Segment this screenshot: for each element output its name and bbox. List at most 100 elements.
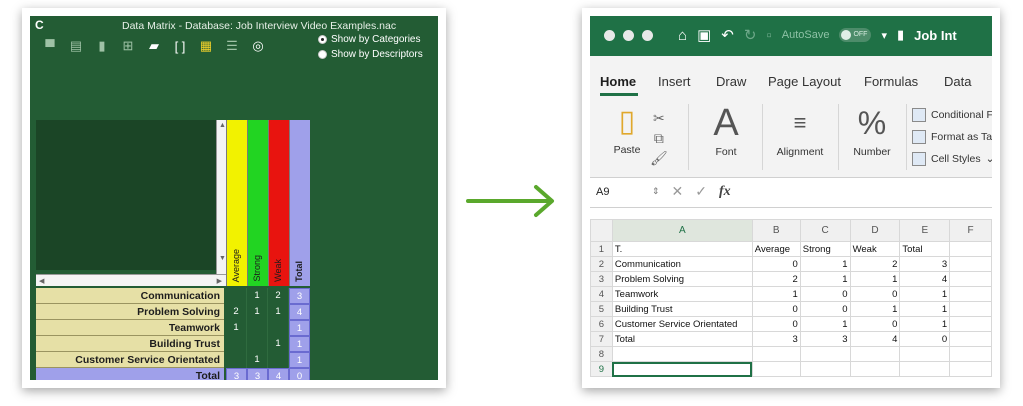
minimize-window-icon[interactable] xyxy=(623,30,634,41)
grid-icon[interactable]: ▦ xyxy=(198,38,214,54)
grid-cell[interactable] xyxy=(611,346,753,362)
paste-button[interactable]: ▯ Paste xyxy=(602,102,652,156)
grid-cell[interactable] xyxy=(949,361,992,377)
insert-function-icon[interactable]: fx xyxy=(719,184,731,200)
grid-cell[interactable]: Strong xyxy=(799,241,851,257)
close-window-icon[interactable] xyxy=(604,30,615,41)
matrix-cell[interactable]: 2 xyxy=(226,304,247,320)
matrix-cell[interactable]: 1 xyxy=(226,320,247,336)
grid-cell[interactable]: Total xyxy=(611,331,753,347)
grid-cell[interactable]: Weak xyxy=(849,241,901,257)
grid-cell[interactable]: 4 xyxy=(899,271,951,287)
row-header[interactable]: 4 xyxy=(590,286,613,302)
column-header[interactable]: E xyxy=(899,219,951,242)
row-header[interactable]: 9 xyxy=(590,361,613,377)
tab-draw[interactable]: Draw xyxy=(716,74,746,89)
grid-cell[interactable] xyxy=(949,241,992,257)
trash-icon[interactable]: ▮ xyxy=(94,38,110,54)
grid-cell[interactable] xyxy=(949,331,992,347)
row-label-communication[interactable]: Communication xyxy=(36,288,224,304)
grid-cell[interactable] xyxy=(949,286,992,302)
grid-cell[interactable]: 0 xyxy=(799,286,851,302)
grid-cell[interactable]: Building Trust xyxy=(611,301,753,317)
select-all-corner[interactable] xyxy=(590,219,613,242)
grid-cell[interactable]: 1 xyxy=(849,301,901,317)
grid-cell[interactable]: 2 xyxy=(849,256,901,272)
font-button[interactable]: A Font xyxy=(696,102,756,158)
matrix-cell[interactable]: 2 xyxy=(268,288,289,304)
format-as-table-button[interactable]: Format as Tab xyxy=(912,126,992,148)
row-label-teamwork[interactable]: Teamwork xyxy=(36,320,224,336)
grid-cell[interactable]: Average xyxy=(751,241,801,257)
venn-icon[interactable]: ◎ xyxy=(250,38,266,54)
grid-cell[interactable] xyxy=(899,361,951,377)
copy-icon[interactable]: ⧉ xyxy=(650,128,668,148)
save-icon[interactable]: ▣ xyxy=(697,26,711,44)
tab-home[interactable]: Home xyxy=(600,74,636,89)
grid-cell[interactable]: 1 xyxy=(899,286,951,302)
cell-styles-button[interactable]: Cell Styles ⌄ xyxy=(912,148,992,170)
column-header[interactable]: D xyxy=(849,219,901,242)
grid-cell[interactable]: Total xyxy=(899,241,951,257)
grid-cell[interactable]: 0 xyxy=(751,301,801,317)
tab-page-layout[interactable]: Page Layout xyxy=(768,74,841,89)
grid-cell[interactable]: 0 xyxy=(849,316,901,332)
radio-show-by-descriptors[interactable]: Show by Descriptors xyxy=(318,47,423,62)
undo-icon[interactable]: ↶ xyxy=(721,26,734,44)
alignment-button[interactable]: ≡ Alignment xyxy=(766,102,834,158)
grid-cell[interactable]: 0 xyxy=(899,331,951,347)
matrix-cell[interactable]: 1 xyxy=(247,288,268,304)
grid-cell[interactable]: 1 xyxy=(799,271,851,287)
row-header[interactable]: 1 xyxy=(590,241,613,257)
tab-insert[interactable]: Insert xyxy=(658,74,691,89)
matrix-cell[interactable] xyxy=(226,352,247,368)
column-header[interactable]: B xyxy=(751,219,801,242)
column-header[interactable]: F xyxy=(949,219,992,242)
radio-show-by-categories[interactable]: Show by Categories xyxy=(318,32,423,47)
grid-cell[interactable]: 1 xyxy=(899,301,951,317)
grid-cell[interactable] xyxy=(949,346,992,362)
number-button[interactable]: % Number xyxy=(842,102,902,158)
customize-dropdown-icon[interactable]: ▾ xyxy=(881,29,887,42)
matrix-cell[interactable] xyxy=(268,320,289,336)
grid-cell[interactable]: 1 xyxy=(849,271,901,287)
grid-cell[interactable] xyxy=(849,361,901,377)
bracket-code-icon[interactable]: [ ] xyxy=(172,38,188,54)
matrix-cell[interactable] xyxy=(247,320,268,336)
grid-cell[interactable]: 0 xyxy=(751,256,801,272)
grid-cell[interactable]: 4 xyxy=(849,331,901,347)
sliders-icon[interactable]: ☰ xyxy=(224,38,240,54)
matrix-cell[interactable] xyxy=(226,288,247,304)
matrix-cell[interactable]: 1 xyxy=(268,336,289,352)
cancel-icon[interactable]: ✕ xyxy=(672,183,684,200)
grid-cell[interactable]: 1 xyxy=(899,316,951,332)
grid-cell[interactable]: 1 xyxy=(751,286,801,302)
grid-cell[interactable]: Customer Service Orientated xyxy=(611,316,753,332)
conditional-formatting-button[interactable]: Conditional Fo xyxy=(912,104,992,126)
column-header-weak[interactable]: Weak xyxy=(268,120,289,286)
grid-cell[interactable]: 1 xyxy=(799,256,851,272)
grid-cell[interactable]: 3 xyxy=(799,331,851,347)
folder-icon[interactable]: ▰ xyxy=(146,38,162,54)
row-header[interactable]: 5 xyxy=(590,301,613,317)
clapperboard-icon[interactable]: ▤ xyxy=(68,38,84,54)
redo-icon[interactable]: ↻ xyxy=(744,26,757,44)
grid-cell[interactable] xyxy=(751,361,801,377)
matrix-cell[interactable] xyxy=(226,336,247,352)
row-header[interactable]: 2 xyxy=(590,256,613,272)
grid-cell[interactable]: 0 xyxy=(799,301,851,317)
row-header[interactable]: 7 xyxy=(590,331,613,347)
tab-data[interactable]: Data xyxy=(944,74,971,89)
row-header[interactable]: 6 xyxy=(590,316,613,332)
grid-cell[interactable] xyxy=(949,316,992,332)
matrix-cell[interactable]: 1 xyxy=(247,352,268,368)
vertical-scrollbar[interactable]: ▲ ▼ xyxy=(216,120,226,276)
grid-cell[interactable]: 0 xyxy=(751,316,801,332)
grid-cell[interactable]: Communication xyxy=(611,256,753,272)
grid-cell[interactable]: 3 xyxy=(751,331,801,347)
column-header-average[interactable]: Average xyxy=(226,120,247,286)
matrix-cell[interactable] xyxy=(268,352,289,368)
enter-icon[interactable]: ✓ xyxy=(695,183,707,200)
scroll-down-icon[interactable]: ▼ xyxy=(219,255,226,262)
matrix-cell[interactable] xyxy=(247,336,268,352)
